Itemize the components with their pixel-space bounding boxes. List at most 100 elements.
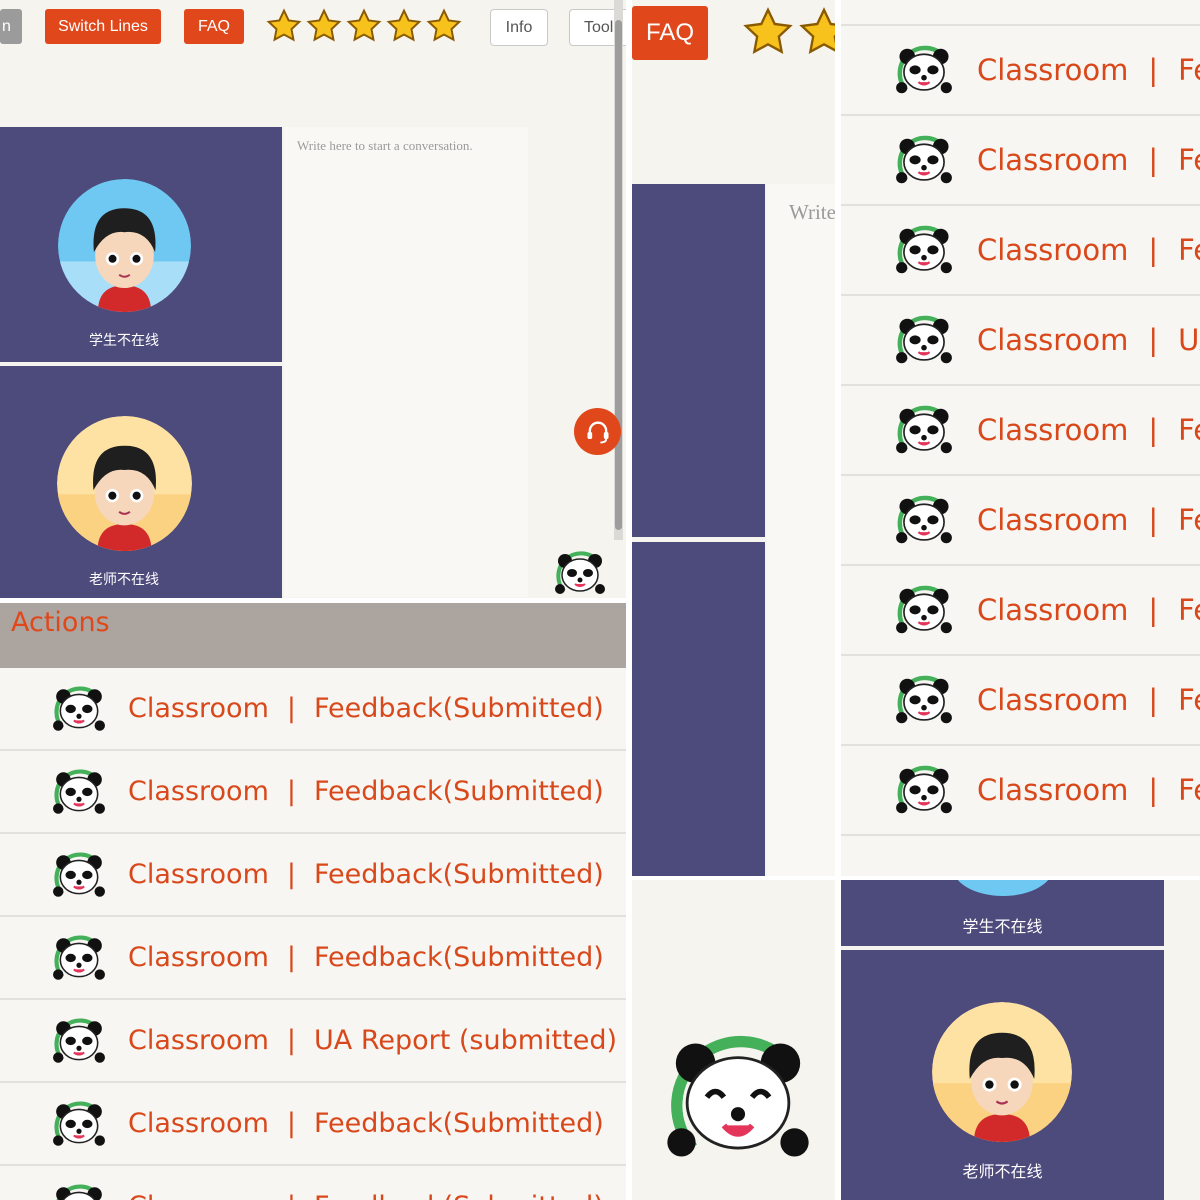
scrollbar[interactable] <box>614 0 623 540</box>
list-item-category[interactable]: Classroom <box>977 683 1128 717</box>
list-item-separator: | <box>1148 413 1159 447</box>
panda-icon <box>895 135 953 191</box>
switch-lines-button[interactable]: Switch Lines <box>45 9 161 44</box>
star-icon[interactable] <box>265 8 303 44</box>
scrollbar-thumb[interactable] <box>615 20 622 530</box>
support-button[interactable] <box>574 408 621 455</box>
list-item[interactable]: Classroom | UA Report (submitted) <box>0 1000 626 1083</box>
list-item-separator: | <box>286 1108 296 1139</box>
faq-button-large[interactable]: FAQ <box>632 6 708 60</box>
panel-actions: Actions Classroom | Feedback(Submitted) Cla… <box>0 603 626 1200</box>
list-item-status-link[interactable]: Fe <box>1178 683 1200 717</box>
list-item-category[interactable]: Classroom <box>128 1108 269 1139</box>
list-item-status-link[interactable]: Fe <box>1178 593 1200 627</box>
list-item-category[interactable]: Classroom <box>977 593 1128 627</box>
star-icon[interactable] <box>796 6 835 58</box>
chat-input-area[interactable]: Write here to start a conversation. <box>284 127 528 597</box>
list-item[interactable]: Classroom | Fe <box>841 386 1200 476</box>
list-item[interactable]: Classroom | Feedback(Submitted) <box>0 1083 626 1166</box>
list-item-separator: | <box>286 1025 296 1056</box>
list-item-status-link[interactable]: Feedback(Submitted) <box>314 1108 604 1139</box>
list-item-status-link[interactable]: Feedback(Submitted) <box>314 776 604 807</box>
list-item[interactable]: Classroom|Feedback(Submitted) <box>0 834 626 917</box>
star-icon[interactable] <box>740 6 796 58</box>
list-item[interactable]: Classroom|Feedback(Submitted) <box>0 751 626 834</box>
star-icon[interactable] <box>345 8 383 44</box>
list-item-text: Classroom | Fe <box>977 143 1200 177</box>
list-item-text: Classroom | Feedback(Submitted) <box>128 1108 604 1139</box>
list-item-text: Classroom | Fe <box>977 53 1200 87</box>
list-item-category[interactable]: Classroom <box>128 942 269 973</box>
list-item-text: Classroom | Fe <box>977 233 1200 267</box>
list-item-status-link[interactable]: Fe <box>1178 143 1200 177</box>
list-item-status-link[interactable]: Feedback(Submitted) <box>314 693 604 724</box>
rating-stars-large[interactable] <box>740 6 835 58</box>
list-item-category[interactable]: Classroom <box>128 693 269 724</box>
list-item[interactable]: Classroom | Fe <box>841 116 1200 206</box>
panda-icon <box>895 495 953 551</box>
list-item-category[interactable]: Classroom <box>977 143 1128 177</box>
list-item-category[interactable]: Classroom <box>128 776 269 807</box>
list-item-category[interactable]: Classroom <box>128 1025 269 1056</box>
list-item[interactable]: Classroom|Feedback(Submitted) <box>0 1166 626 1200</box>
panda-icon <box>895 585 953 641</box>
list-item-separator: | <box>1148 143 1159 177</box>
info-button[interactable]: Info <box>490 9 548 46</box>
list-item-status-link[interactable]: Feedback(Submitted) <box>314 942 604 973</box>
panda-icon <box>895 225 953 281</box>
list-item-status-link[interactable]: Fe <box>1178 773 1200 807</box>
panda-icon <box>895 45 953 101</box>
partial-button[interactable]: n <box>0 9 22 44</box>
list-item[interactable]: Classroom | Fe <box>841 206 1200 296</box>
panda-icon <box>895 405 953 461</box>
panda-mascot-large-icon[interactable] <box>658 1035 818 1165</box>
list-item-status-link[interactable]: Fe <box>1178 53 1200 87</box>
list-item-status-link[interactable]: UA Report (submitted) <box>314 1025 617 1056</box>
list-item[interactable]: Classroom | Fe <box>841 476 1200 566</box>
list-item-separator: | <box>1148 233 1159 267</box>
list-item-status-link[interactable]: Fe <box>1178 413 1200 447</box>
list-item[interactable]: Classroom | Fe <box>841 656 1200 746</box>
star-icon[interactable] <box>385 8 423 44</box>
chat-input-area-large[interactable]: Write <box>767 184 835 876</box>
star-icon[interactable] <box>425 8 463 44</box>
student-video-tile: 学生不在线 <box>0 127 282 362</box>
list-item-category[interactable]: Classroom <box>977 503 1128 537</box>
star-icon[interactable] <box>305 8 343 44</box>
list-item-category[interactable]: Classroom <box>128 1191 269 1200</box>
list-item-status-link[interactable]: Feedback(Submitted) <box>314 1191 604 1200</box>
student-video-tile-large <box>632 184 765 537</box>
list-item-category[interactable]: Classroom <box>977 233 1128 267</box>
list-item-text: Classroom | Fe <box>977 413 1200 447</box>
list-item[interactable]: Classroom|Feedback(Submitted) <box>0 917 626 1000</box>
list-item[interactable]: Classroom | Fe <box>841 566 1200 656</box>
panda-mascot-icon[interactable] <box>554 551 606 597</box>
list-item-category[interactable]: Classroom <box>128 859 269 890</box>
list-item[interactable]: Classroom | UA <box>841 296 1200 386</box>
actions-title: Actions <box>11 607 110 638</box>
list-item-category[interactable]: Classroom <box>977 413 1128 447</box>
rating-stars[interactable] <box>265 8 465 46</box>
list-item-status-link[interactable]: UA <box>1178 323 1200 357</box>
list-item-category[interactable]: Classroom <box>977 773 1128 807</box>
list-item[interactable]: Classroom | Fe <box>841 26 1200 116</box>
list-item-text: Classroom|Feedback(Submitted) <box>128 1191 604 1200</box>
teacher-video-tile-zoom: 老师不在线 <box>841 950 1164 1200</box>
panel-list-zoom: Classroom | Fe Classroom | Fe Classroom | Fe Clas… <box>841 0 1200 876</box>
list-item[interactable]: Classroom | Fe <box>841 746 1200 836</box>
list-item-status-link[interactable]: Fe <box>1178 503 1200 537</box>
list-item-category[interactable]: Classroom <box>977 323 1128 357</box>
list-item-text: Classroom | UA Report (submitted) <box>128 1025 617 1056</box>
list-item-separator: | <box>286 693 296 724</box>
actions-list: Classroom | Feedback(Submitted) Classroom | F… <box>0 668 626 1200</box>
list-item-status-link[interactable]: Feedback(Submitted) <box>314 859 604 890</box>
teacher-status-label-zoom: 老师不在线 <box>962 1162 1043 1181</box>
teacher-avatar-zoom <box>932 1002 1072 1142</box>
list-item-separator: | <box>1148 773 1159 807</box>
list-item[interactable]: Classroom | Feedback(Submitted) <box>0 668 626 751</box>
faq-button[interactable]: FAQ <box>184 9 244 44</box>
list-item-status-link[interactable]: Fe <box>1178 233 1200 267</box>
panda-icon <box>52 1100 106 1153</box>
list-item-category[interactable]: Classroom <box>977 53 1128 87</box>
list-item-text: Classroom|Feedback(Submitted) <box>128 942 604 973</box>
